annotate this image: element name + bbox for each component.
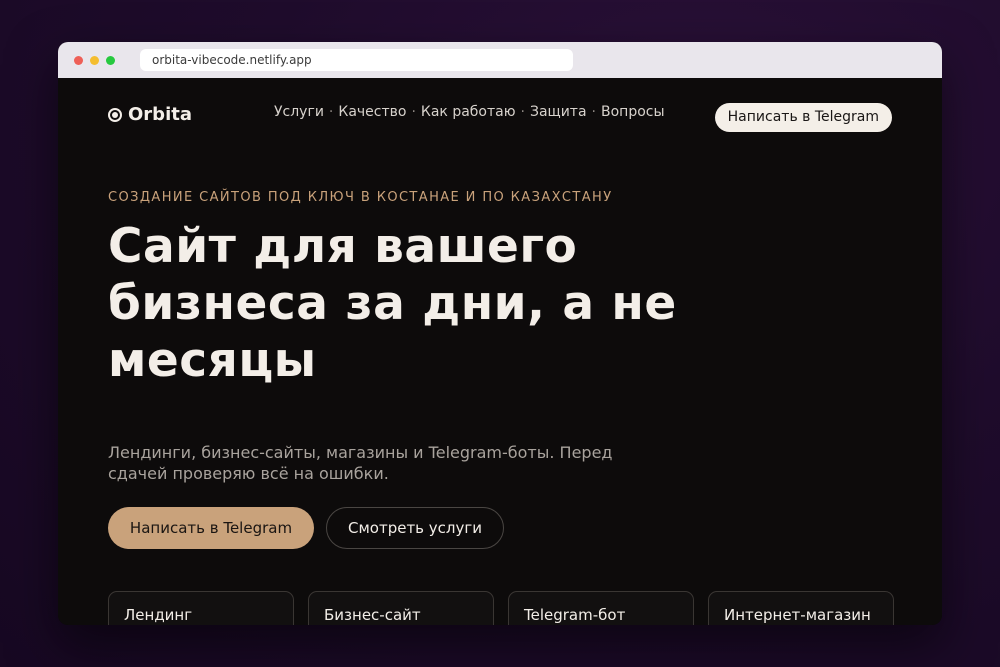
nav-separator: · (591, 104, 596, 120)
service-cards: Лендинг Бизнес-сайт Telegram-бот Интерне… (108, 591, 894, 625)
logo-text: Orbita (128, 104, 192, 125)
service-card-landing[interactable]: Лендинг (108, 591, 294, 625)
service-card-business-site[interactable]: Бизнес-сайт (308, 591, 494, 625)
nav-item-protection[interactable]: Защита (530, 104, 587, 120)
browser-window: orbita-vibecode.netlify.app Orbita Услуг… (58, 42, 942, 625)
service-card-telegram-bot[interactable]: Telegram-бот (508, 591, 694, 625)
page-content: Orbita Услуги · Качество · Как работаю ·… (58, 78, 942, 625)
nav-item-faq[interactable]: Вопросы (601, 104, 665, 120)
browser-toolbar: orbita-vibecode.netlify.app (58, 42, 942, 78)
logo[interactable]: Orbita (108, 104, 192, 125)
header-telegram-button[interactable]: Написать в Telegram (714, 103, 892, 132)
nav-item-services[interactable]: Услуги (274, 104, 324, 120)
close-window-icon[interactable] (74, 56, 83, 65)
hero-headline-line: Сайт для вашего (108, 219, 578, 274)
service-card-online-store[interactable]: Интернет-магазин (708, 591, 894, 625)
minimize-window-icon[interactable] (90, 56, 99, 65)
main-nav: Услуги · Качество · Как работаю · Защита… (274, 104, 665, 120)
address-bar[interactable]: orbita-vibecode.netlify.app (140, 49, 573, 71)
nav-separator: · (520, 104, 525, 120)
nav-item-how-i-work[interactable]: Как работаю (421, 104, 516, 120)
hero-eyebrow: СОЗДАНИЕ САЙТОВ ПОД КЛЮЧ В КОСТАНАЕ И ПО… (108, 190, 613, 205)
hero-headline-line: месяцы (108, 333, 317, 388)
hero-subtitle: Лендинги, бизнес-сайты, магазины и Teleg… (108, 443, 613, 483)
hero-telegram-button[interactable]: Написать в Telegram (108, 507, 314, 549)
maximize-window-icon[interactable] (106, 56, 115, 65)
nav-item-quality[interactable]: Качество (338, 104, 406, 120)
nav-separator: · (411, 104, 416, 120)
view-services-button[interactable]: Смотреть услуги (326, 507, 504, 549)
target-circle-icon (108, 107, 122, 122)
nav-separator: · (328, 104, 334, 120)
hero-headline-line: бизнеса за дни, а не (108, 276, 677, 331)
hero-headline: Сайт для вашего бизнеса за дни, а не мес… (108, 218, 748, 389)
